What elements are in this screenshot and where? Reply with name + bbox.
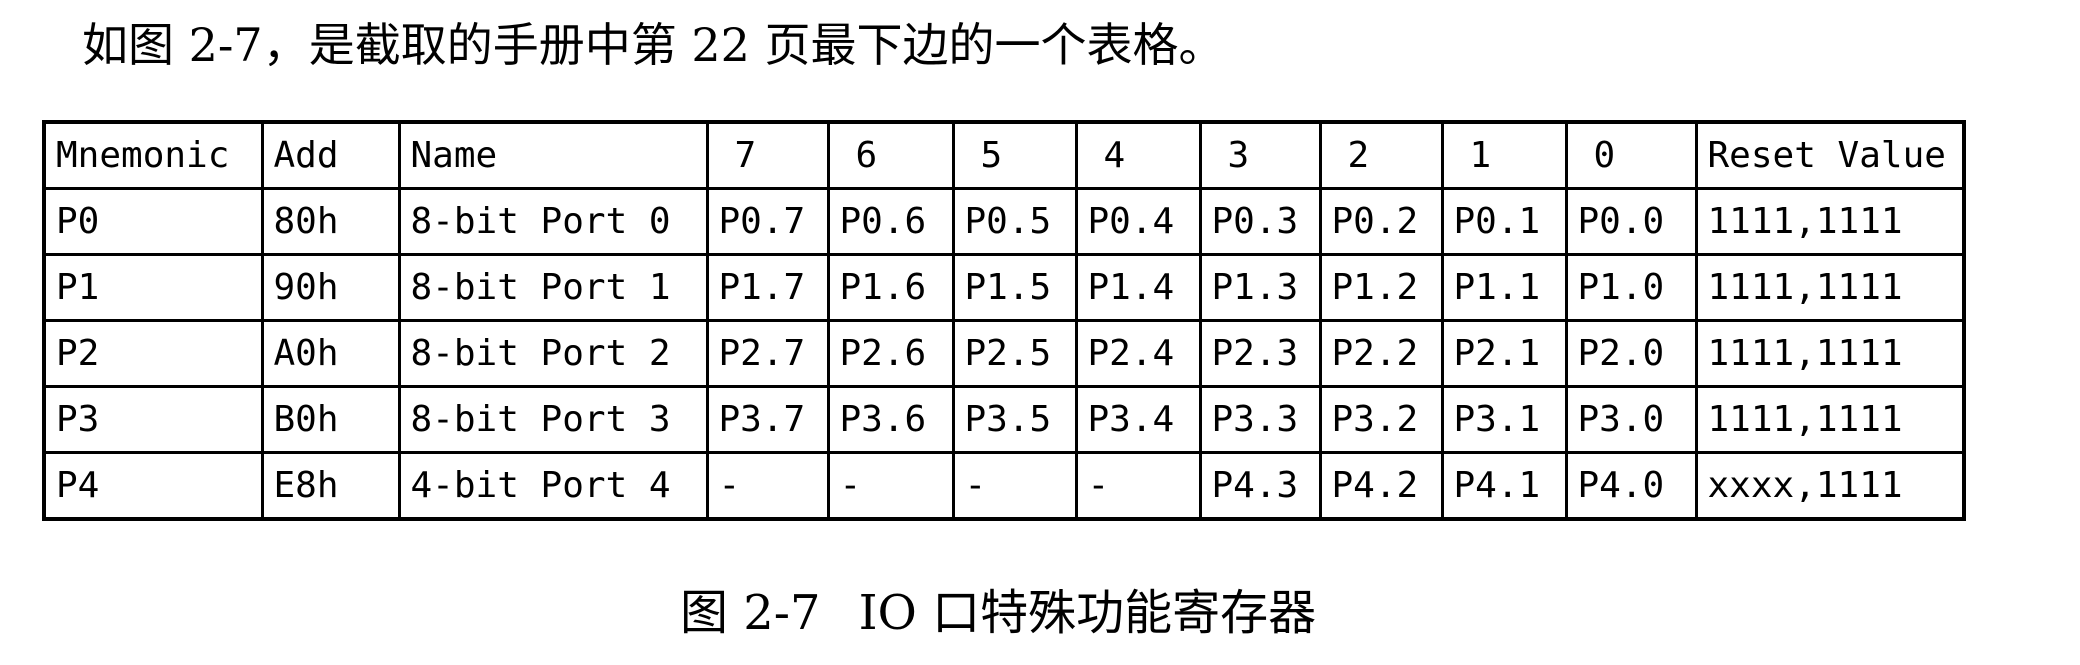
cell-bit3: P4.3 bbox=[1198, 451, 1322, 521]
cell-address: 80h bbox=[260, 187, 401, 256]
figure-title: IO 口特殊功能寄存器 bbox=[858, 585, 1317, 641]
cell-address: 90h bbox=[260, 253, 401, 322]
header-cell-bit3: 3 bbox=[1198, 120, 1322, 190]
cell-bit1: P3.1 bbox=[1440, 385, 1568, 454]
table-row: P3 B0h 8-bit Port 3 P3.7 P3.6 P3.5 P3.4 … bbox=[42, 385, 1966, 454]
cell-bit7: - bbox=[705, 451, 830, 521]
figure-number: 图 2-7 bbox=[680, 585, 821, 641]
cell-name: 4-bit Port 4 bbox=[397, 451, 709, 521]
cell-bit6: - bbox=[826, 451, 955, 521]
cell-bit6: P2.6 bbox=[826, 319, 955, 388]
cell-bit7: P3.7 bbox=[705, 385, 830, 454]
cell-reset-value: 1111,1111 bbox=[1694, 385, 1966, 454]
cell-bit5: - bbox=[951, 451, 1078, 521]
header-cell-bit1: 1 bbox=[1440, 120, 1568, 190]
cell-bit4: P3.4 bbox=[1074, 385, 1202, 454]
cell-bit2: P3.2 bbox=[1318, 385, 1444, 454]
cell-bit1: P2.1 bbox=[1440, 319, 1568, 388]
cell-bit6: P0.6 bbox=[826, 187, 955, 256]
cell-bit2: P4.2 bbox=[1318, 451, 1444, 521]
cell-mnemonic: P4 bbox=[42, 451, 264, 521]
cell-mnemonic: P0 bbox=[42, 187, 264, 256]
header-cell-name: Name bbox=[397, 120, 709, 190]
header-cell-bit2: 2 bbox=[1318, 120, 1444, 190]
cell-bit0: P0.0 bbox=[1564, 187, 1698, 256]
table-header-row: Mnemonic Add Name 7 6 5 4 3 2 1 0 Reset … bbox=[42, 120, 1966, 190]
cell-bit4: P2.4 bbox=[1074, 319, 1202, 388]
header-cell-bit4: 4 bbox=[1074, 120, 1202, 190]
cell-address: B0h bbox=[260, 385, 401, 454]
header-cell-reset-value: Reset Value bbox=[1694, 120, 1966, 190]
cell-bit1: P0.1 bbox=[1440, 187, 1568, 256]
io-sfr-table: Mnemonic Add Name 7 6 5 4 3 2 1 0 Reset … bbox=[42, 120, 1966, 521]
cell-bit2: P0.2 bbox=[1318, 187, 1444, 256]
cell-bit2: P2.2 bbox=[1318, 319, 1444, 388]
cell-bit3: P2.3 bbox=[1198, 319, 1322, 388]
cell-bit4: P0.4 bbox=[1074, 187, 1202, 256]
header-cell-mnemonic: Mnemonic bbox=[42, 120, 264, 190]
cell-name: 8-bit Port 3 bbox=[397, 385, 709, 454]
cell-bit7: P0.7 bbox=[705, 187, 830, 256]
table-row: P2 A0h 8-bit Port 2 P2.7 P2.6 P2.5 P2.4 … bbox=[42, 319, 1966, 388]
cell-bit4: P1.4 bbox=[1074, 253, 1202, 322]
cell-bit6: P1.6 bbox=[826, 253, 955, 322]
cell-mnemonic: P2 bbox=[42, 319, 264, 388]
cell-name: 8-bit Port 0 bbox=[397, 187, 709, 256]
cell-bit5: P1.5 bbox=[951, 253, 1078, 322]
cell-bit7: P1.7 bbox=[705, 253, 830, 322]
cell-bit2: P1.2 bbox=[1318, 253, 1444, 322]
table-row: P1 90h 8-bit Port 1 P1.7 P1.6 P1.5 P1.4 … bbox=[42, 253, 1966, 322]
cell-bit0: P1.0 bbox=[1564, 253, 1698, 322]
cell-bit0: P3.0 bbox=[1564, 385, 1698, 454]
cell-name: 8-bit Port 1 bbox=[397, 253, 709, 322]
cell-mnemonic: P1 bbox=[42, 253, 264, 322]
cell-bit1: P4.1 bbox=[1440, 451, 1568, 521]
cell-bit7: P2.7 bbox=[705, 319, 830, 388]
header-cell-bit5: 5 bbox=[951, 120, 1078, 190]
header-cell-bit0: 0 bbox=[1564, 120, 1698, 190]
cell-reset-value: 1111,1111 bbox=[1694, 253, 1966, 322]
cell-reset-value: xxxx,1111 bbox=[1694, 451, 1966, 521]
cell-bit3: P0.3 bbox=[1198, 187, 1322, 256]
intro-paragraph: 如图 2-7，是截取的手册中第 22 页最下边的一个表格。 bbox=[82, 18, 1225, 72]
cell-bit5: P0.5 bbox=[951, 187, 1078, 256]
table-row: P4 E8h 4-bit Port 4 - - - - P4.3 P4.2 P4… bbox=[42, 451, 1966, 521]
cell-bit0: P4.0 bbox=[1564, 451, 1698, 521]
cell-reset-value: 1111,1111 bbox=[1694, 187, 1966, 256]
cell-reset-value: 1111,1111 bbox=[1694, 319, 1966, 388]
cell-bit5: P2.5 bbox=[951, 319, 1078, 388]
cell-bit1: P1.1 bbox=[1440, 253, 1568, 322]
header-cell-bit7: 7 bbox=[705, 120, 830, 190]
cell-address: E8h bbox=[260, 451, 401, 521]
cell-address: A0h bbox=[260, 319, 401, 388]
table-row: P0 80h 8-bit Port 0 P0.7 P0.6 P0.5 P0.4 … bbox=[42, 187, 1966, 256]
cell-mnemonic: P3 bbox=[42, 385, 264, 454]
header-cell-bit6: 6 bbox=[826, 120, 955, 190]
cell-bit3: P1.3 bbox=[1198, 253, 1322, 322]
cell-bit0: P2.0 bbox=[1564, 319, 1698, 388]
header-cell-add: Add bbox=[260, 120, 401, 190]
figure-caption: 图 2-7 IO 口特殊功能寄存器 bbox=[680, 578, 1316, 648]
cell-bit5: P3.5 bbox=[951, 385, 1078, 454]
cell-name: 8-bit Port 2 bbox=[397, 319, 709, 388]
cell-bit6: P3.6 bbox=[826, 385, 955, 454]
cell-bit4: - bbox=[1074, 451, 1202, 521]
cell-bit3: P3.3 bbox=[1198, 385, 1322, 454]
